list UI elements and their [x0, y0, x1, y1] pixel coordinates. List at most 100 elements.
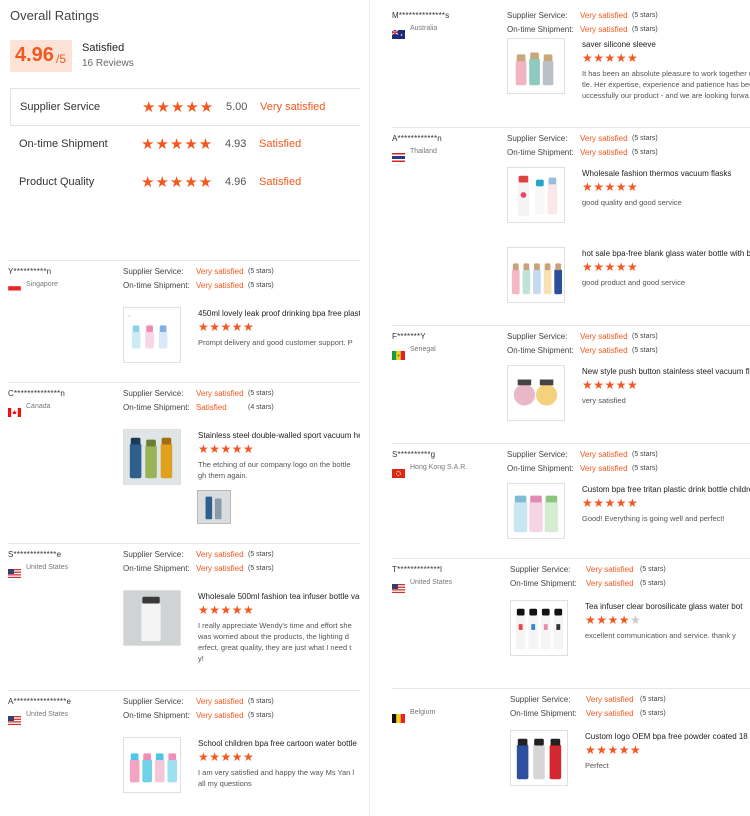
product-image[interactable]: ~: [123, 307, 181, 363]
review-separator: [8, 543, 360, 544]
ca-flag-icon: [8, 404, 21, 417]
review-card: C**************n Canada Supplier Service: V…: [8, 382, 360, 538]
review-separator: [392, 688, 750, 689]
supplier-service-rating: Very satisfied: [196, 389, 244, 398]
review-separator: [392, 325, 750, 326]
review-text-line: It has been an absolute pleasure to work…: [582, 69, 750, 78]
buyer-name: T*************l: [392, 565, 443, 574]
product-rating-stars: ★★★★★: [585, 743, 642, 757]
product-image[interactable]: [507, 38, 565, 94]
product-image[interactable]: [510, 730, 568, 786]
overall-score: 4.96: [15, 44, 54, 66]
supplier-service-label: Supplier Service:: [123, 550, 184, 559]
on-time-shipment-label: On-time Shipment:: [510, 709, 577, 718]
review-text-line: uccessfully our product - and we are loo…: [582, 91, 749, 100]
review-text-line: Perfect: [585, 761, 609, 770]
product-title[interactable]: School children bpa free cartoon water b…: [198, 739, 357, 748]
buyer-name: C**************n: [8, 389, 66, 398]
review-card: M**************s Australia Supplier Servic…: [392, 4, 750, 123]
product-image[interactable]: [507, 365, 565, 421]
product-title[interactable]: saver silicone sleeve: [582, 40, 656, 49]
product-image[interactable]: [510, 600, 568, 656]
product-image[interactable]: [123, 590, 181, 646]
product-title[interactable]: Wholesale 500ml fashion tea infuser bott…: [198, 592, 359, 601]
product-title[interactable]: Custom logo OEM bpa free powder coated 1…: [585, 732, 748, 741]
supplier-service-label: Supplier Service:: [507, 134, 568, 143]
on-time-shipment-label: On-time Shipment:: [507, 346, 574, 355]
review-card: A************n Thailand Supplier Service: V…: [392, 127, 750, 322]
buyer-country: Hong Kong S.A.R.: [410, 464, 468, 471]
product-rating-stars: ★★★★★: [582, 260, 639, 274]
review-separator: [8, 690, 360, 691]
on-time-shipment-label: On-time Shipment:: [123, 564, 190, 573]
product-image[interactable]: [507, 167, 565, 223]
on-time-shipment-stars-count: (5 stars): [632, 149, 658, 156]
reviews-count: 16 Reviews: [82, 58, 134, 69]
supplier-service-rating: Very satisfied: [586, 565, 634, 574]
sn-flag-icon: [392, 347, 405, 360]
column-divider: [369, 0, 370, 816]
on-time-shipment-label: On-time Shipment:: [507, 148, 574, 157]
on-time-shipment-stars-count: (4 stars): [248, 404, 274, 411]
criterion-supplier-service: Supplier Service ★★★★★ 5.00 Very satisfi…: [10, 88, 360, 126]
on-time-shipment-rating: Very satisfied: [580, 148, 628, 157]
product-title[interactable]: Tea infuser clear borosilicate glass wat…: [585, 602, 742, 611]
buyer-name: S**********g: [392, 450, 436, 459]
criterion-stars: ★★★★★: [141, 174, 214, 191]
product-title[interactable]: hot sale bpa-free blank glass water bott…: [582, 249, 750, 258]
review-card: T*************l United States Supplier Ser…: [392, 558, 750, 688]
product-title[interactable]: New style push button stainless steel va…: [582, 367, 750, 376]
product-rating-stars: ★★★★★: [198, 442, 255, 456]
supplier-service-rating: Very satisfied: [580, 332, 628, 341]
criterion-score: 5.00: [226, 101, 248, 113]
on-time-shipment-stars-count: (5 stars): [248, 565, 274, 572]
on-time-shipment-label: On-time Shipment:: [507, 25, 574, 34]
supplier-service-rating: Very satisfied: [196, 267, 244, 276]
supplier-service-stars-count: (5 stars): [632, 135, 658, 142]
on-time-shipment-rating: Very satisfied: [586, 579, 634, 588]
review-text-line: Prompt delivery and good customer suppor…: [198, 338, 353, 347]
score-badge: 4.96 /5: [10, 40, 72, 72]
on-time-shipment-label: On-time Shipment:: [510, 579, 577, 588]
product-rating-stars: ★★★★★: [582, 180, 639, 194]
criterion-name: Product Quality: [19, 176, 95, 188]
review-text-line: was worried about the products, the ligh…: [198, 632, 349, 641]
product-title[interactable]: Stainless steel double-walled sport vacu…: [198, 431, 360, 440]
score-denominator: /5: [56, 52, 67, 66]
review-text-line: very satisfied: [582, 396, 626, 405]
review-text-line: Good! Everything is going well and perfe…: [582, 514, 725, 523]
hk-flag-icon: [392, 465, 405, 478]
product-rating-stars: ★★★★★: [198, 603, 255, 617]
supplier-service-label: Supplier Service:: [510, 695, 571, 704]
review-photo-thumbnail[interactable]: [197, 490, 231, 524]
au-flag-icon: [392, 26, 405, 39]
on-time-shipment-rating: Very satisfied: [196, 564, 244, 573]
buyer-country: Senegal: [410, 346, 436, 353]
supplier-service-label: Supplier Service:: [507, 11, 568, 20]
supplier-service-label: Supplier Service:: [123, 267, 184, 276]
product-image[interactable]: [123, 429, 181, 485]
buyer-country: Singapore: [26, 281, 58, 288]
on-time-shipment-rating: Very satisfied: [580, 464, 628, 473]
on-time-shipment-stars-count: (5 stars): [640, 580, 666, 587]
product-rating-stars: ★★★★★: [582, 51, 639, 65]
product-title[interactable]: Custom bpa free tritan plastic drink bot…: [582, 485, 750, 494]
criterion-name: Supplier Service: [20, 101, 101, 113]
product-image[interactable]: [123, 737, 181, 793]
supplier-service-label: Supplier Service:: [123, 697, 184, 706]
review-text-line: excellent communication and service. tha…: [585, 631, 736, 640]
buyer-country: United States: [410, 579, 453, 586]
supplier-service-stars-count: (5 stars): [632, 451, 658, 458]
product-image[interactable]: [507, 483, 565, 539]
product-title[interactable]: 450ml lovely leak proof drinking bpa fre…: [198, 309, 360, 318]
review-text-line: I am very satisfied and happy the way Ms…: [198, 768, 355, 777]
product-image[interactable]: [507, 247, 565, 303]
on-time-shipment-rating: Satisfied: [196, 403, 227, 412]
criterion-score: 4.96: [225, 176, 247, 188]
buyer-name: F*******Y: [392, 332, 426, 341]
product-title[interactable]: Wholesale fashion thermos vacuum flasks: [582, 169, 731, 178]
supplier-service-stars-count: (5 stars): [640, 566, 666, 573]
on-time-shipment-rating: Very satisfied: [196, 281, 244, 290]
supplier-service-label: Supplier Service:: [510, 565, 571, 574]
review-separator: [392, 443, 750, 444]
